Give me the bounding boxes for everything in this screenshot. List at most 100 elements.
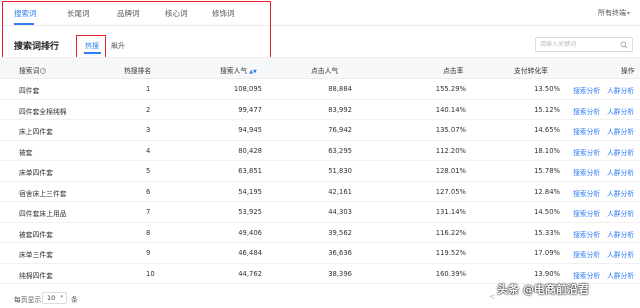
active-subtab-indicator	[84, 52, 101, 54]
crowd-analysis-link[interactable]: 人群分析	[607, 249, 634, 259]
active-tab-indicator	[14, 23, 34, 25]
search-analysis-link[interactable]: 搜索分析	[573, 208, 600, 218]
table-row: 被套四件套 8 49,406 39,562 116.22% 15.33% 搜索分析 人群分析	[0, 223, 640, 243]
click-rate-cell: 116.22%	[435, 228, 466, 237]
click-popularity-cell: 76,942	[328, 126, 352, 134]
tab-search-terms[interactable]: 搜索词	[14, 8, 37, 19]
conversion-rate-cell: 18.10%	[534, 146, 560, 155]
terminal-filter-label: 所有终端	[597, 9, 626, 17]
search-popularity-cell: 99,477	[238, 105, 262, 114]
tab-brand[interactable]: 品牌词	[117, 8, 140, 19]
terminal-filter-dropdown[interactable]: 所有终端▾	[598, 8, 630, 18]
crowd-analysis-link[interactable]: 人群分析	[607, 85, 634, 95]
header-keyword: 搜索词?	[19, 65, 47, 75]
rank-cell: 2	[146, 105, 151, 114]
keyword-cell: 床上四件套	[19, 128, 53, 136]
search-analysis-link[interactable]: 搜索分析	[573, 229, 600, 239]
rank-cell: 9	[146, 249, 151, 257]
click-rate-cell: 155.29%	[435, 85, 466, 93]
keyword-cell: 被套	[19, 148, 33, 157]
keyword-search-input[interactable]	[540, 39, 618, 50]
search-analysis-link[interactable]: 搜索分析	[573, 106, 600, 116]
table-row: 床单四件套 5 63,851 51,830 128.01% 15.78% 搜索分析 人群分析	[0, 161, 640, 182]
table-row: 四件套床上用品 7 53,925 44,303 131.14% 14.50% 搜索分析 人群分…	[0, 202, 640, 223]
conversion-rate-cell: 15.78%	[534, 167, 560, 175]
header-click-rate[interactable]: 点击率	[443, 65, 463, 75]
watermark: 头条 @电商前沿君	[497, 283, 589, 296]
click-popularity-cell: 38,396	[328, 269, 352, 278]
click-rate-cell: 140.14%	[435, 105, 466, 114]
tab-long-tail[interactable]: 长尾词	[67, 8, 90, 19]
subtab-hot[interactable]: 热搜	[85, 41, 99, 51]
tab-modifier[interactable]: 修饰词	[212, 8, 235, 19]
keyword-cell: 四件套床上用品	[19, 210, 67, 218]
crowd-analysis-link[interactable]: 人群分析	[607, 147, 634, 157]
search-analysis-link[interactable]: 搜索分析	[573, 85, 600, 95]
header-search-popularity[interactable]: 搜索人气 ▲▼	[220, 65, 257, 75]
keyword-cell: 被套四件套	[19, 230, 53, 239]
crowd-analysis-link[interactable]: 人群分析	[607, 106, 634, 116]
header-click-popularity[interactable]: 点击人气	[311, 65, 338, 75]
page-size-select[interactable]: 10 ▾	[42, 292, 67, 304]
subtab-rising[interactable]: 飙升	[111, 41, 125, 51]
conversion-rate-cell: 12.84%	[534, 187, 560, 196]
prev-page-button[interactable]: <	[489, 292, 496, 301]
rank-cell: 3	[146, 126, 151, 134]
tab-core[interactable]: 核心词	[165, 8, 188, 19]
conversion-rate-cell: 17.09%	[534, 249, 560, 257]
search-analysis-link[interactable]: 搜索分析	[573, 126, 600, 136]
keyword-cell: 四件套	[19, 87, 40, 95]
conversion-rate-cell: 13.90%	[534, 269, 560, 278]
search-popularity-cell: 49,406	[238, 228, 262, 237]
click-rate-cell: 131.14%	[435, 208, 466, 216]
chevron-down-icon: ▾	[626, 10, 630, 17]
search-popularity-cell: 44,762	[238, 269, 262, 278]
search-analysis-link[interactable]: 搜索分析	[573, 249, 600, 259]
table-row: 床单三件套 9 46,484 36,636 119.52% 17.09% 搜索分析 人群分析	[0, 243, 640, 264]
conversion-rate-cell: 14.65%	[534, 126, 560, 134]
sort-icon[interactable]: ▲▼	[249, 69, 257, 75]
click-popularity-cell: 42,161	[328, 187, 352, 196]
rank-cell: 10	[146, 269, 155, 278]
header-conversion-rate[interactable]: 支付转化率	[514, 65, 548, 75]
section-title: 搜索词排行	[14, 42, 60, 52]
crowd-analysis-link[interactable]: 人群分析	[607, 208, 634, 218]
click-rate-cell: 119.52%	[435, 249, 466, 257]
header-rank: 热搜排名	[124, 67, 152, 75]
keyword-cell: 纯棉四件套	[19, 271, 53, 280]
search-popularity-cell: 80,428	[238, 146, 262, 155]
search-popularity-cell: 46,484	[238, 249, 262, 257]
search-icon[interactable]	[620, 41, 628, 49]
click-rate-cell: 160.39%	[435, 269, 466, 278]
search-analysis-link[interactable]: 搜索分析	[573, 147, 600, 157]
click-rate-cell: 135.07%	[435, 126, 466, 134]
table-row: 四件套全棉纯棉 2 99,477 83,992 140.14% 15.12% 搜索分析 人群分…	[0, 100, 640, 120]
keyword-type-tabs: 搜索词 长尾词 品牌词 核心词 修饰词 所有终端▾	[0, 0, 640, 26]
click-popularity-cell: 88,884	[328, 85, 352, 93]
header-keyword-label: 搜索词	[19, 67, 40, 75]
click-rate-cell: 112.20%	[435, 146, 466, 155]
table-row: 宿舍床上三件套 6 54,195 42,161 127.05% 12.84% 搜索分析 人群分…	[0, 182, 640, 202]
chevron-down-icon: ▾	[60, 294, 63, 300]
help-icon[interactable]: ?	[40, 68, 47, 74]
crowd-analysis-link[interactable]: 人群分析	[607, 270, 634, 280]
table-row: 四件套 1 108,095 88,884 155.29% 13.50% 搜索分析 人群分析	[0, 79, 640, 100]
conversion-rate-cell: 13.50%	[534, 85, 560, 93]
table-header: 搜索词? 热搜排名 搜索人气 ▲▼ 点击人气 点击率 支付转化率 操作	[0, 57, 640, 79]
page-size-value: 10	[47, 294, 56, 302]
crowd-analysis-link[interactable]: 人群分析	[607, 229, 634, 239]
search-popularity-cell: 108,095	[233, 85, 262, 93]
search-analysis-link[interactable]: 搜索分析	[573, 167, 600, 177]
crowd-analysis-link[interactable]: 人群分析	[607, 167, 634, 177]
search-popularity-cell: 63,851	[238, 167, 262, 175]
click-popularity-cell: 51,830	[328, 167, 352, 175]
keyword-cell: 宿舍床上三件套	[19, 189, 67, 198]
keyword-search	[535, 37, 633, 52]
crowd-analysis-link[interactable]: 人群分析	[607, 188, 634, 198]
crowd-analysis-link[interactable]: 人群分析	[607, 126, 634, 136]
search-analysis-link[interactable]: 搜索分析	[573, 270, 600, 280]
click-popularity-cell: 39,562	[328, 228, 352, 237]
keyword-cell: 四件套全棉纯棉	[19, 107, 67, 116]
search-analysis-link[interactable]: 搜索分析	[573, 188, 600, 198]
search-popularity-cell: 54,195	[238, 187, 262, 196]
